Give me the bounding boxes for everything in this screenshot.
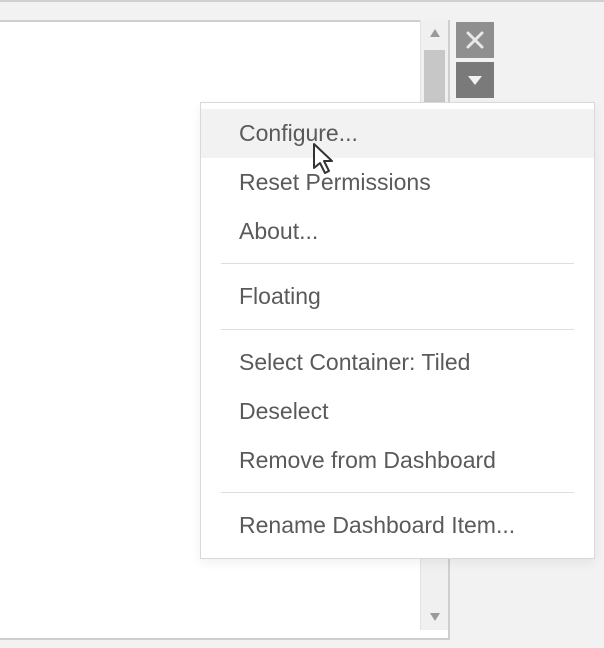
menu-item-about[interactable]: About...: [201, 207, 594, 256]
menu-item-label: Select Container: Tiled: [239, 349, 470, 375]
menu-item-select-container[interactable]: Select Container: Tiled: [201, 338, 594, 387]
menu-item-label: Floating: [239, 283, 321, 309]
menu-item-configure[interactable]: Configure...: [201, 109, 594, 158]
outer-panel-edge: [0, 0, 604, 10]
menu-item-label: Rename Dashboard Item...: [239, 512, 515, 538]
menu-item-label: About...: [239, 218, 318, 244]
context-menu: Configure... Reset Permissions About... …: [200, 102, 595, 559]
menu-separator: [221, 492, 574, 493]
menu-item-label: Reset Permissions: [239, 169, 431, 195]
menu-item-remove-from-dashboard[interactable]: Remove from Dashboard: [201, 436, 594, 485]
menu-item-rename-dashboard-item[interactable]: Rename Dashboard Item...: [201, 501, 594, 550]
menu-item-reset-permissions[interactable]: Reset Permissions: [201, 158, 594, 207]
menu-separator: [221, 329, 574, 330]
close-button[interactable]: [456, 22, 494, 58]
scroll-up-button[interactable]: [421, 20, 448, 46]
menu-item-label: Deselect: [239, 398, 328, 424]
caret-down-icon: [467, 74, 483, 86]
scroll-down-button[interactable]: [421, 604, 448, 630]
menu-separator: [221, 263, 574, 264]
close-icon: [465, 30, 485, 50]
menu-item-label: Configure...: [239, 120, 358, 146]
menu-item-label: Remove from Dashboard: [239, 447, 496, 473]
scrollbar-thumb[interactable]: [424, 50, 445, 108]
menu-item-deselect[interactable]: Deselect: [201, 387, 594, 436]
chevron-down-icon: [429, 612, 441, 622]
chevron-up-icon: [429, 28, 441, 38]
menu-item-floating[interactable]: Floating: [201, 272, 594, 321]
dropdown-button[interactable]: [456, 62, 494, 98]
